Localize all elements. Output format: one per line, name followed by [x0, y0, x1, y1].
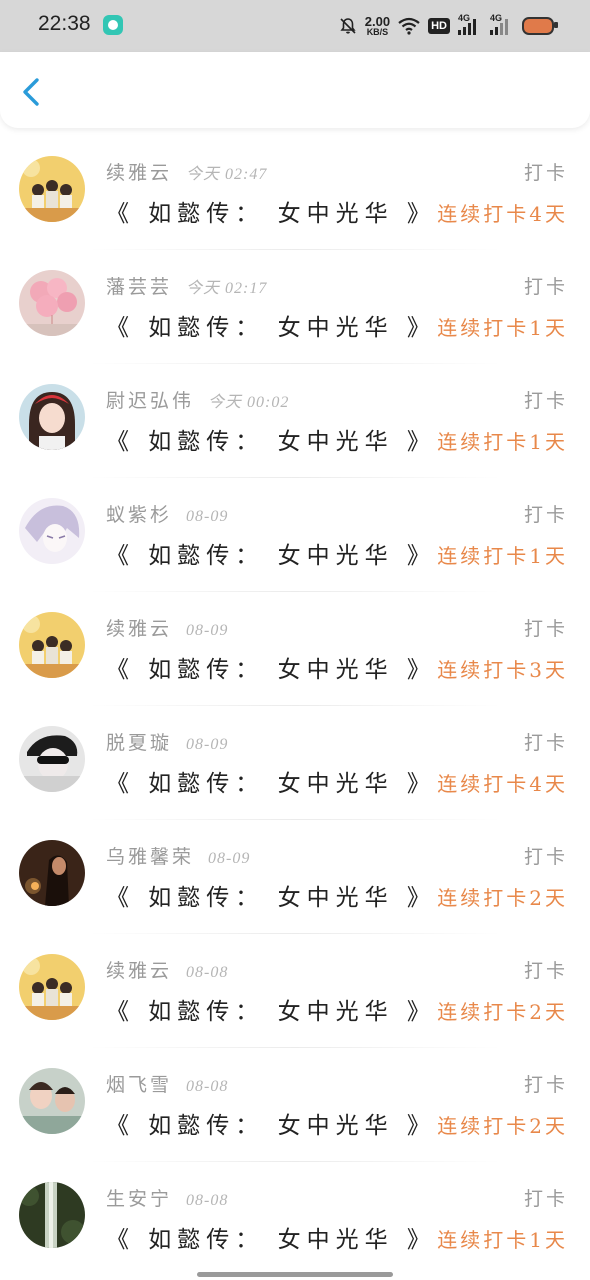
checkin-label: 打卡 — [523, 504, 568, 526]
checkin-time: 08-09 — [208, 850, 251, 867]
status-time: 22:38 — [38, 12, 91, 35]
checkin-time: 08-09 — [186, 736, 229, 753]
checkin-time: 08-08 — [186, 964, 229, 981]
avatar[interactable] — [19, 840, 85, 906]
user-name-text: 脱夏璇 — [106, 732, 173, 754]
status-bar: 22:38 2.00 KB/S HD 4G 4G — [0, 0, 590, 52]
user-name-text: 续雅云 — [106, 162, 173, 184]
streak-label: 连续打卡4天 — [437, 202, 568, 226]
streak-label: 连续打卡1天 — [437, 316, 568, 340]
list-item[interactable]: 烟飞雪 08-08 打卡 《 如懿传： 女中光华 》 连续打卡2天 — [0, 1048, 590, 1162]
user-name: 乌雅馨荣 08-09 — [106, 842, 250, 869]
book-title: 《 如懿传： 女中光华 》 — [106, 885, 436, 911]
user-name: 烟飞雪 08-08 — [106, 1070, 228, 1097]
checkin-time: 今天 02:17 — [186, 280, 268, 297]
streak-label: 连续打卡2天 — [437, 1114, 568, 1138]
book-title: 《 如懿传： 女中光华 》 — [106, 543, 436, 569]
user-name-text: 烟飞雪 — [106, 1074, 173, 1096]
checkin-label: 打卡 — [523, 732, 568, 754]
book-title: 《 如懿传： 女中光华 》 — [106, 201, 436, 227]
user-name: 脱夏璇 08-09 — [106, 728, 228, 755]
checkin-time: 08-08 — [186, 1192, 229, 1209]
avatar[interactable] — [19, 156, 85, 222]
user-name-text: 尉迟弘伟 — [106, 390, 195, 412]
list-item[interactable]: 乌雅馨荣 08-09 打卡 《 如懿传： 女中光华 》 连续打卡2天 — [0, 820, 590, 934]
user-name: 藩芸芸 今天 02:17 — [106, 272, 267, 299]
back-button[interactable] — [18, 76, 48, 108]
book-title: 《 如懿传： 女中光华 》 — [106, 771, 436, 797]
user-name-text: 乌雅馨荣 — [106, 846, 195, 868]
avatar[interactable] — [19, 1182, 85, 1248]
battery-icon — [522, 17, 558, 35]
book-title: 《 如懿传： 女中光华 》 — [106, 429, 436, 455]
book-title: 《 如懿传： 女中光华 》 — [106, 315, 436, 341]
avatar[interactable] — [19, 1068, 85, 1134]
list-item[interactable]: 脱夏璇 08-09 打卡 《 如懿传： 女中光华 》 连续打卡4天 — [0, 706, 590, 820]
user-name: 蚁紫杉 08-09 — [106, 500, 228, 527]
signal-1-label: 4G — [458, 13, 471, 23]
list-item[interactable]: 生安宁 08-08 打卡 《 如懿传： 女中光华 》 连续打卡1天 — [0, 1162, 590, 1276]
avatar[interactable] — [19, 384, 85, 450]
checkin-label: 打卡 — [523, 618, 568, 640]
avatar[interactable] — [19, 726, 85, 792]
checkin-label: 打卡 — [523, 390, 568, 412]
streak-label: 连续打卡1天 — [437, 1228, 568, 1252]
signal-2-label: 4G — [490, 13, 503, 23]
network-speed: 2.00 KB/S — [365, 15, 390, 37]
user-name-text: 生安宁 — [106, 1188, 173, 1210]
book-title: 《 如懿传： 女中光华 》 — [106, 657, 436, 683]
streak-label: 连续打卡1天 — [437, 544, 568, 568]
list-item[interactable]: 藩芸芸 今天 02:17 打卡 《 如懿传： 女中光华 》 连续打卡1天 — [0, 250, 590, 364]
signal-2-icon: 4G — [490, 13, 514, 35]
user-name: 尉迟弘伟 今天 00:02 — [106, 386, 289, 413]
checkin-label: 打卡 — [523, 1188, 568, 1210]
user-name-text: 藩芸芸 — [106, 276, 173, 298]
checkin-label: 打卡 — [523, 276, 568, 298]
chevron-left-icon — [23, 78, 39, 106]
checkin-label: 打卡 — [523, 846, 568, 868]
signal-1-icon: 4G — [458, 13, 482, 35]
avatar[interactable] — [19, 612, 85, 678]
user-name-text: 续雅云 — [106, 618, 173, 640]
book-title: 《 如懿传： 女中光华 》 — [106, 1227, 436, 1253]
status-icons: 2.00 KB/S HD 4G 4G — [339, 12, 558, 40]
list-item[interactable]: 续雅云 08-09 打卡 《 如懿传： 女中光华 》 连续打卡3天 — [0, 592, 590, 706]
user-name: 续雅云 08-08 — [106, 956, 228, 983]
user-name: 生安宁 08-08 — [106, 1184, 228, 1211]
list-item[interactable]: 续雅云 08-08 打卡 《 如懿传： 女中光华 》 连续打卡2天 — [0, 934, 590, 1048]
top-bar — [0, 52, 590, 128]
book-title: 《 如懿传： 女中光华 》 — [106, 1113, 436, 1139]
checkin-time: 今天 00:02 — [208, 394, 290, 411]
checkin-time: 今天 02:47 — [186, 166, 268, 183]
user-name: 续雅云 今天 02:47 — [106, 158, 267, 185]
streak-label: 连续打卡4天 — [437, 772, 568, 796]
checkin-label: 打卡 — [523, 162, 568, 184]
checkin-label: 打卡 — [523, 1074, 568, 1096]
checkin-label: 打卡 — [523, 960, 568, 982]
book-title: 《 如懿传： 女中光华 》 — [106, 999, 436, 1025]
checkin-list: 续雅云 今天 02:47 打卡 《 如懿传： 女中光华 》 连续打卡4天 藩芸芸今… — [0, 136, 590, 1276]
user-name-text: 续雅云 — [106, 960, 173, 982]
user-name: 续雅云 08-09 — [106, 614, 228, 641]
home-indicator[interactable] — [197, 1272, 393, 1277]
net-speed-unit: KB/S — [366, 27, 389, 37]
list-item[interactable]: 续雅云 今天 02:47 打卡 《 如懿传： 女中光华 》 连续打卡4天 — [0, 136, 590, 250]
list-item[interactable]: 尉迟弘伟 今天 00:02 打卡 《 如懿传： 女中光华 》 连续打卡1天 — [0, 364, 590, 478]
list-item[interactable]: 蚁紫杉 08-09 打卡 《 如懿传： 女中光华 》 连续打卡1天 — [0, 478, 590, 592]
streak-label: 连续打卡2天 — [437, 1000, 568, 1024]
notification-app-icon — [103, 15, 123, 35]
avatar[interactable] — [19, 498, 85, 564]
checkin-time: 08-08 — [186, 1078, 229, 1095]
mute-bell-icon — [340, 18, 356, 34]
wifi-icon — [398, 17, 420, 35]
checkin-time: 08-09 — [186, 508, 229, 525]
user-name-text: 蚁紫杉 — [106, 504, 173, 526]
avatar[interactable] — [19, 270, 85, 336]
avatar[interactable] — [19, 954, 85, 1020]
streak-label: 连续打卡1天 — [437, 430, 568, 454]
streak-label: 连续打卡3天 — [437, 658, 568, 682]
streak-label: 连续打卡2天 — [437, 886, 568, 910]
hd-badge: HD — [428, 18, 450, 34]
checkin-time: 08-09 — [186, 622, 229, 639]
